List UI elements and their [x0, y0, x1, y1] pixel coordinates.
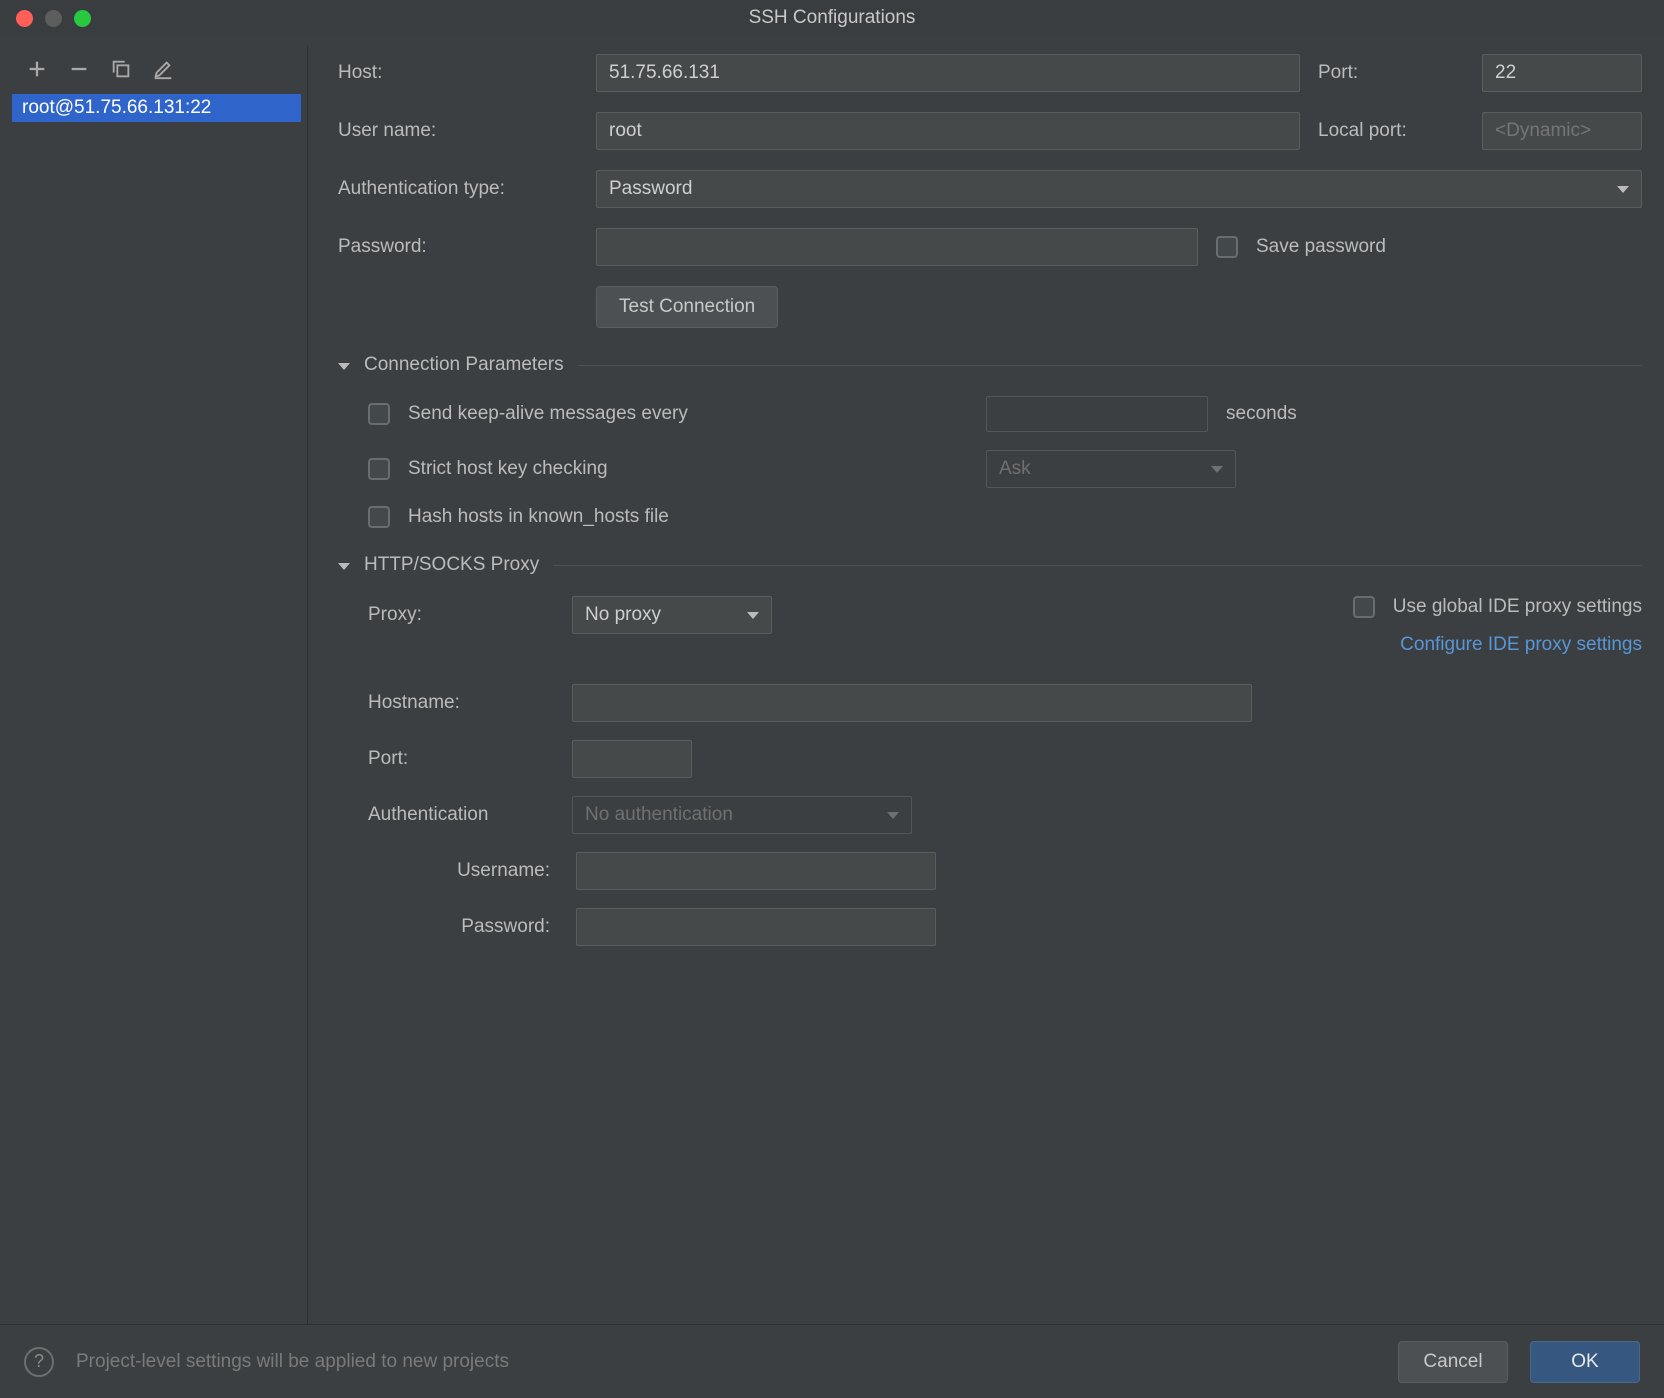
proxy-section-header[interactable]: HTTP/SOCKS Proxy [338, 554, 1642, 576]
window-title: SSH Configurations [0, 7, 1664, 29]
proxy-password-input[interactable] [576, 908, 936, 946]
strict-hostkey-value: Ask [999, 458, 1031, 480]
titlebar: SSH Configurations [0, 0, 1664, 36]
authtype-label: Authentication type: [338, 178, 578, 200]
port-input[interactable] [1482, 54, 1642, 92]
seconds-label: seconds [1226, 403, 1297, 425]
footer: ? Project-level settings will be applied… [0, 1324, 1664, 1398]
sidebar: root@51.75.66.131:22 [12, 46, 308, 1324]
save-password-label: Save password [1256, 236, 1386, 258]
strict-hostkey-checkbox[interactable] [368, 458, 390, 480]
chevron-down-icon [747, 612, 759, 619]
proxy-username-input[interactable] [576, 852, 936, 890]
keepalive-input[interactable] [986, 396, 1208, 432]
configure-proxy-link[interactable]: Configure IDE proxy settings [1400, 634, 1642, 656]
proxy-value: No proxy [585, 604, 661, 626]
username-input[interactable] [596, 112, 1300, 150]
password-label: Password: [338, 236, 578, 258]
keepalive-checkbox[interactable] [368, 403, 390, 425]
proxy-auth-label: Authentication [368, 804, 554, 826]
username-label: User name: [338, 120, 578, 142]
proxy-port-input[interactable] [572, 740, 692, 778]
sidebar-toolbar [12, 46, 301, 94]
chevron-down-icon [1211, 466, 1223, 473]
close-window-icon[interactable] [16, 10, 33, 27]
footer-message: Project-level settings will be applied t… [76, 1351, 1376, 1373]
localport-label: Local port: [1318, 120, 1464, 142]
cancel-button[interactable]: Cancel [1398, 1341, 1508, 1383]
minimize-window-icon [45, 10, 62, 27]
proxy-select[interactable]: No proxy [572, 596, 772, 634]
use-global-proxy-label: Use global IDE proxy settings [1393, 596, 1642, 618]
authtype-value: Password [609, 178, 692, 200]
localport-input[interactable] [1482, 112, 1642, 150]
proxy-hostname-input[interactable] [572, 684, 1252, 722]
proxy-port-label: Port: [368, 748, 554, 770]
strict-hostkey-select[interactable]: Ask [986, 450, 1236, 488]
chevron-down-icon [1617, 186, 1629, 193]
proxy-auth-value: No authentication [585, 804, 733, 826]
password-input[interactable] [596, 228, 1198, 266]
host-label: Host: [338, 62, 578, 84]
edit-icon[interactable] [152, 58, 174, 80]
strict-hostkey-label: Strict host key checking [408, 458, 968, 480]
zoom-window-icon[interactable] [74, 10, 91, 27]
chevron-down-icon [887, 812, 899, 819]
connection-params-title: Connection Parameters [364, 354, 564, 376]
proxy-hostname-label: Hostname: [368, 692, 554, 714]
authtype-select[interactable]: Password [596, 170, 1642, 208]
proxy-label: Proxy: [368, 604, 554, 626]
host-input[interactable] [596, 54, 1300, 92]
help-icon[interactable]: ? [24, 1347, 54, 1377]
connection-params-section-header[interactable]: Connection Parameters [338, 354, 1642, 376]
chevron-down-icon [338, 563, 350, 570]
hash-hosts-checkbox[interactable] [368, 506, 390, 528]
proxy-section-title: HTTP/SOCKS Proxy [364, 554, 539, 576]
port-label: Port: [1318, 62, 1464, 84]
use-global-proxy-checkbox[interactable] [1353, 596, 1375, 618]
proxy-password-label: Password: [408, 916, 558, 938]
proxy-username-label: Username: [408, 860, 558, 882]
hash-hosts-label: Hash hosts in known_hosts file [408, 506, 669, 528]
add-icon[interactable] [26, 58, 48, 80]
copy-icon[interactable] [110, 58, 132, 80]
remove-icon[interactable] [68, 58, 90, 80]
chevron-down-icon [338, 363, 350, 370]
keepalive-label: Send keep-alive messages every [408, 403, 968, 425]
config-list-item[interactable]: root@51.75.66.131:22 [12, 94, 301, 122]
test-connection-button[interactable]: Test Connection [596, 286, 778, 328]
main-panel: Host: Port: User name: Local port: Authe… [308, 46, 1652, 1324]
save-password-checkbox[interactable] [1216, 236, 1238, 258]
ok-button[interactable]: OK [1530, 1341, 1640, 1383]
proxy-auth-select[interactable]: No authentication [572, 796, 912, 834]
